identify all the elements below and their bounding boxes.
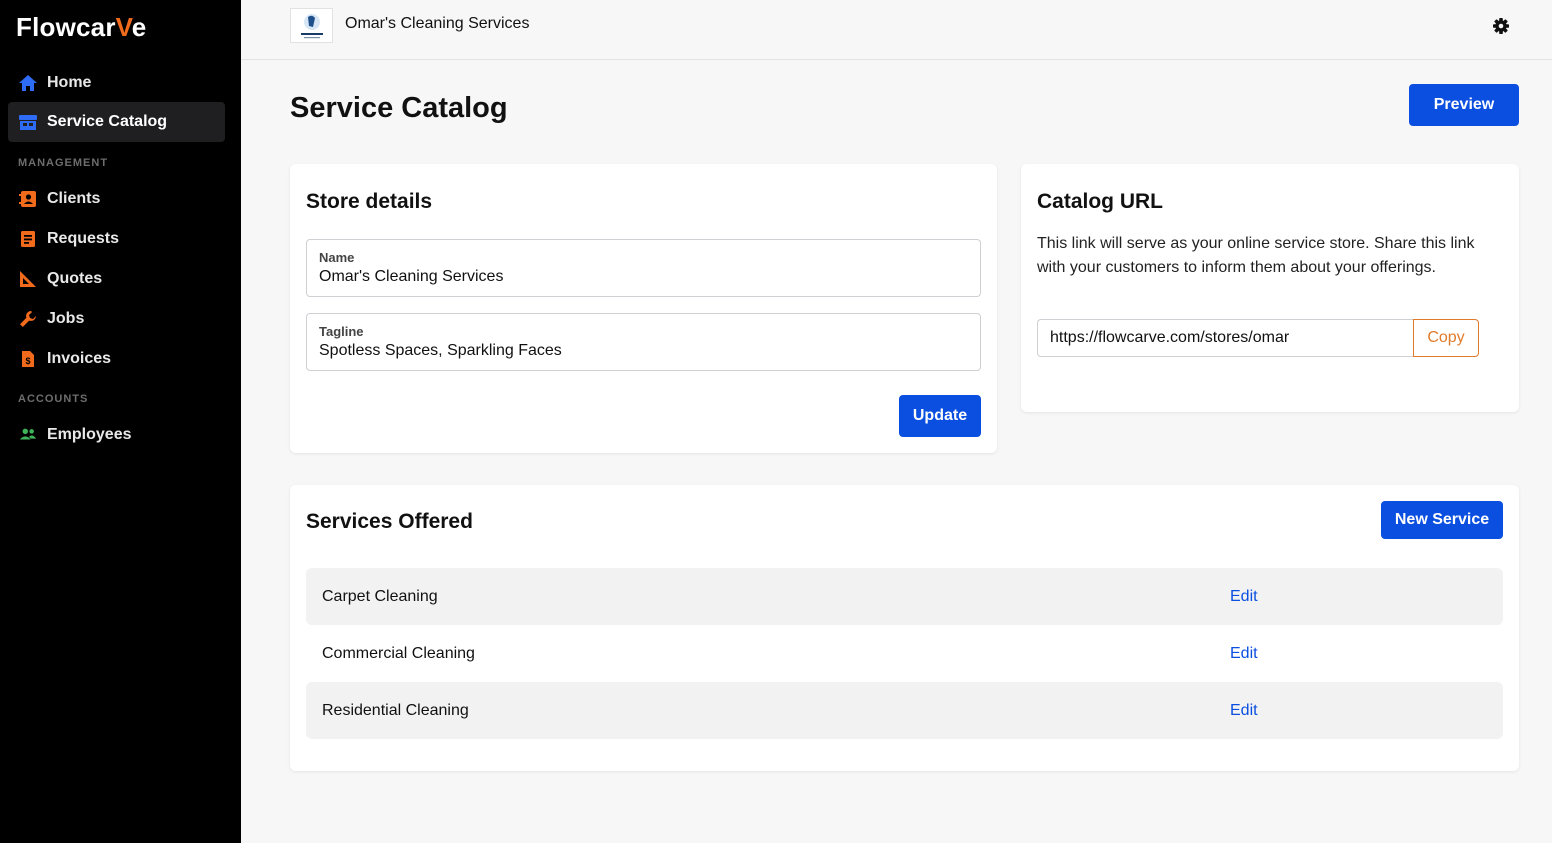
name-field-label: Name (319, 250, 355, 265)
sidebar-item-label: Jobs (47, 310, 85, 327)
sidebar-item-label: Invoices (47, 350, 112, 367)
edit-link[interactable]: Edit (1230, 645, 1258, 663)
storefront-icon (18, 112, 38, 132)
page-title: Service Catalog (290, 92, 508, 124)
service-row: Commercial Cleaning Edit (306, 625, 1503, 682)
contacts-icon (18, 189, 38, 209)
sidebar: FlowcarVe Home Service Catalog MANAGEMEN… (0, 0, 241, 843)
sidebar-item-home[interactable]: Home (8, 63, 225, 103)
catalog-url-heading: Catalog URL (1037, 190, 1163, 213)
app-logo[interactable]: FlowcarVe (16, 12, 146, 43)
sidebar-item-label: Requests (47, 230, 120, 247)
wrench-icon (18, 309, 38, 329)
service-name: Commercial Cleaning (322, 644, 475, 662)
sidebar-item-quotes[interactable]: Quotes (8, 259, 225, 299)
catalog-url-card: Catalog URL This link will serve as your… (1021, 164, 1519, 412)
name-field-value[interactable]: Omar's Cleaning Services (319, 268, 503, 286)
business-name: Omar's Cleaning Services (345, 15, 530, 32)
top-bar: Omar's Cleaning Services (241, 0, 1552, 60)
section-label-accounts: ACCOUNTS (18, 393, 89, 405)
receipt-icon (18, 229, 38, 249)
store-details-card: Store details Name Omar's Cleaning Servi… (290, 164, 997, 453)
home-icon (18, 73, 38, 93)
section-label-management: MANAGEMENT (18, 157, 109, 169)
ruler-triangle-icon (18, 269, 38, 289)
sidebar-item-label: Service Catalog (47, 113, 168, 130)
service-row: Residential Cleaning Edit (306, 682, 1503, 739)
catalog-url-description: This link will serve as your online serv… (1037, 235, 1475, 276)
sidebar-item-clients[interactable]: Clients (8, 179, 225, 219)
tagline-field-value[interactable]: Spotless Spaces, Sparkling Faces (319, 342, 562, 360)
sidebar-item-label: Quotes (47, 270, 103, 287)
sidebar-item-jobs[interactable]: Jobs (8, 299, 225, 339)
services-card: Services Offered New Service Carpet Clea… (290, 485, 1519, 771)
people-icon (18, 425, 38, 445)
invoice-dollar-icon: $ (18, 349, 38, 369)
edit-link[interactable]: Edit (1230, 702, 1258, 720)
sidebar-item-requests[interactable]: Requests (8, 219, 225, 259)
svg-text:$: $ (25, 356, 30, 366)
sidebar-item-label: Home (47, 74, 92, 91)
catalog-url-input[interactable]: https://flowcarve.com/stores/omar (1037, 319, 1414, 357)
service-name: Residential Cleaning (322, 701, 469, 719)
new-service-button[interactable]: New Service (1381, 501, 1503, 539)
services-heading: Services Offered (306, 510, 473, 533)
sidebar-item-label: Clients (47, 190, 101, 207)
edit-link[interactable]: Edit (1230, 588, 1258, 606)
tagline-field-label: Tagline (319, 324, 364, 339)
tagline-field[interactable]: Tagline Spotless Spaces, Sparkling Faces (306, 313, 981, 371)
business-logo (290, 8, 333, 43)
gear-icon[interactable] (1491, 16, 1511, 36)
update-button[interactable]: Update (899, 395, 981, 437)
preview-button[interactable]: Preview (1409, 84, 1519, 126)
sidebar-item-service-catalog[interactable]: Service Catalog (8, 102, 225, 142)
sidebar-item-label: Employees (47, 426, 132, 443)
copy-button[interactable]: Copy (1413, 319, 1479, 357)
service-row: Carpet Cleaning Edit (306, 568, 1503, 625)
sidebar-item-employees[interactable]: Employees (8, 415, 225, 455)
name-field[interactable]: Name Omar's Cleaning Services (306, 239, 981, 297)
store-details-heading: Store details (306, 190, 433, 213)
service-name: Carpet Cleaning (322, 587, 438, 605)
sidebar-item-invoices[interactable]: $ Invoices (8, 339, 225, 379)
